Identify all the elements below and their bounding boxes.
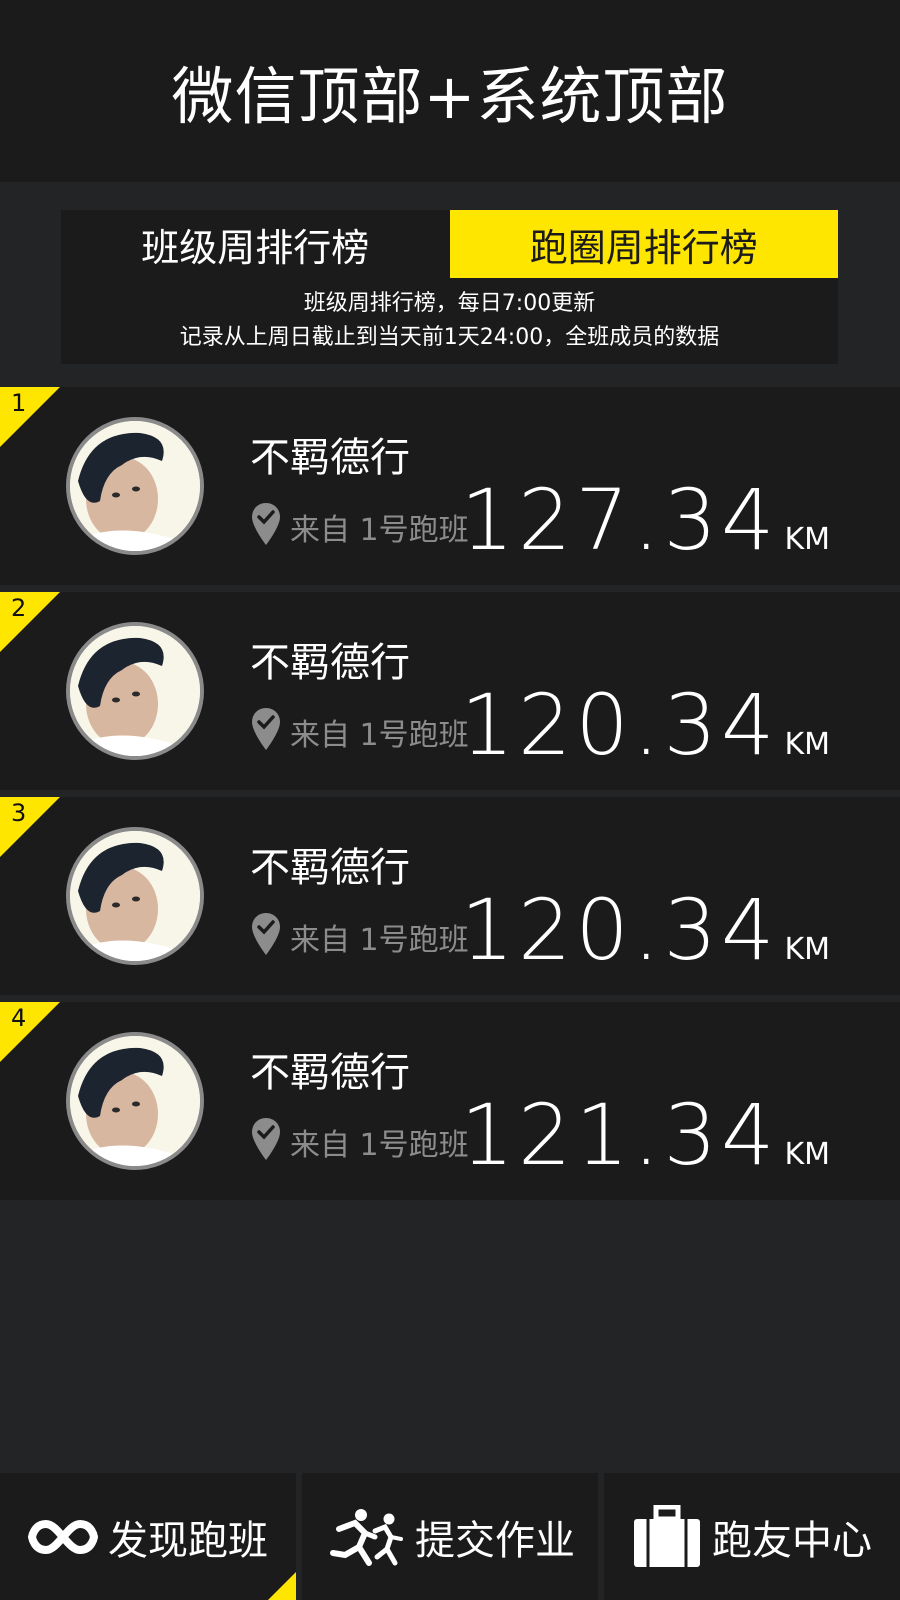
distance: 121.34 KM [461,1086,830,1184]
tab-circle-weekly[interactable]: 跑圈周排行榜 [449,210,838,278]
nav-discover-label: 发现跑班 [108,1517,268,1564]
ranking-row[interactable]: 1 不羁德行 来自 1号跑班 127.34 KM [0,387,900,585]
runners-icon [325,1507,405,1567]
rank-badge [0,387,60,447]
rank-number: 1 [11,389,27,417]
tab-class-weekly[interactable]: 班级周排行榜 [61,210,450,278]
runner-class: 来自 1号跑班 [290,1128,469,1163]
notice-line-2: 记录从上周日截止到当天前1天24:00，全班成员的数据 [179,325,720,350]
distance-unit: KM [784,932,830,967]
nav-discover-class[interactable]: 发现跑班 [0,1473,296,1600]
ranking-list: 1 不羁德行 来自 1号跑班 127.34 KM 2 不羁德行 来自 1号跑班 … [0,387,900,1207]
rank-number: 3 [11,799,27,827]
runner-name: 不羁德行 [250,1050,410,1096]
rank-badge [0,592,60,652]
ranking-row[interactable]: 4 不羁德行 来自 1号跑班 121.34 KM [0,1002,900,1200]
runner-name: 不羁德行 [250,435,410,481]
location-pin-icon [252,1118,280,1160]
ranking-tabs: 班级周排行榜 跑圈周排行榜 [61,210,838,278]
nav-submit-label: 提交作业 [415,1517,575,1564]
bottom-nav: 发现跑班 提交作业 跑友中心 [0,1473,900,1600]
distance-value: 127.34 [460,471,779,569]
distance-unit: KM [784,522,830,557]
selected-indicator [268,1572,296,1600]
nav-center-label: 跑友中心 [712,1517,872,1564]
distance: 120.34 KM [461,881,830,979]
top-bar: 微信顶部+系统顶部 [0,0,900,182]
distance-unit: KM [784,1137,830,1172]
distance: 120.34 KM [461,676,830,774]
rank-badge [0,1002,60,1062]
runner-name: 不羁德行 [250,845,410,891]
location-pin-icon [252,708,280,750]
location-pin-icon [252,503,280,545]
distance-value: 121.34 [460,1086,779,1184]
rank-badge [0,797,60,857]
avatar[interactable] [66,827,204,965]
nav-runner-center[interactable]: 跑友中心 [604,1473,900,1600]
distance-unit: KM [784,727,830,762]
avatar[interactable] [66,622,204,760]
briefcase-icon [632,1504,702,1569]
ranking-notice: 班级周排行榜，每日7:00更新 记录从上周日截止到当天前1天24:00，全班成员… [61,278,838,364]
avatar[interactable] [66,1032,204,1170]
rank-number: 2 [11,594,27,622]
page-title: 微信顶部+系统顶部 [171,60,729,133]
distance: 127.34 KM [461,471,830,569]
runner-class: 来自 1号跑班 [290,513,469,548]
runner-name: 不羁德行 [250,640,410,686]
location-pin-icon [252,913,280,955]
runner-class: 来自 1号跑班 [290,923,469,958]
ranking-row[interactable]: 3 不羁德行 来自 1号跑班 120.34 KM [0,797,900,995]
infinity-icon [28,1518,98,1556]
notice-line-1: 班级周排行榜，每日7:00更新 [303,291,596,316]
nav-submit-homework[interactable]: 提交作业 [302,1473,598,1600]
distance-value: 120.34 [460,881,779,979]
ranking-row[interactable]: 2 不羁德行 来自 1号跑班 120.34 KM [0,592,900,790]
rank-number: 4 [11,1004,27,1032]
distance-value: 120.34 [460,676,779,774]
runner-class: 来自 1号跑班 [290,718,469,753]
avatar[interactable] [66,417,204,555]
